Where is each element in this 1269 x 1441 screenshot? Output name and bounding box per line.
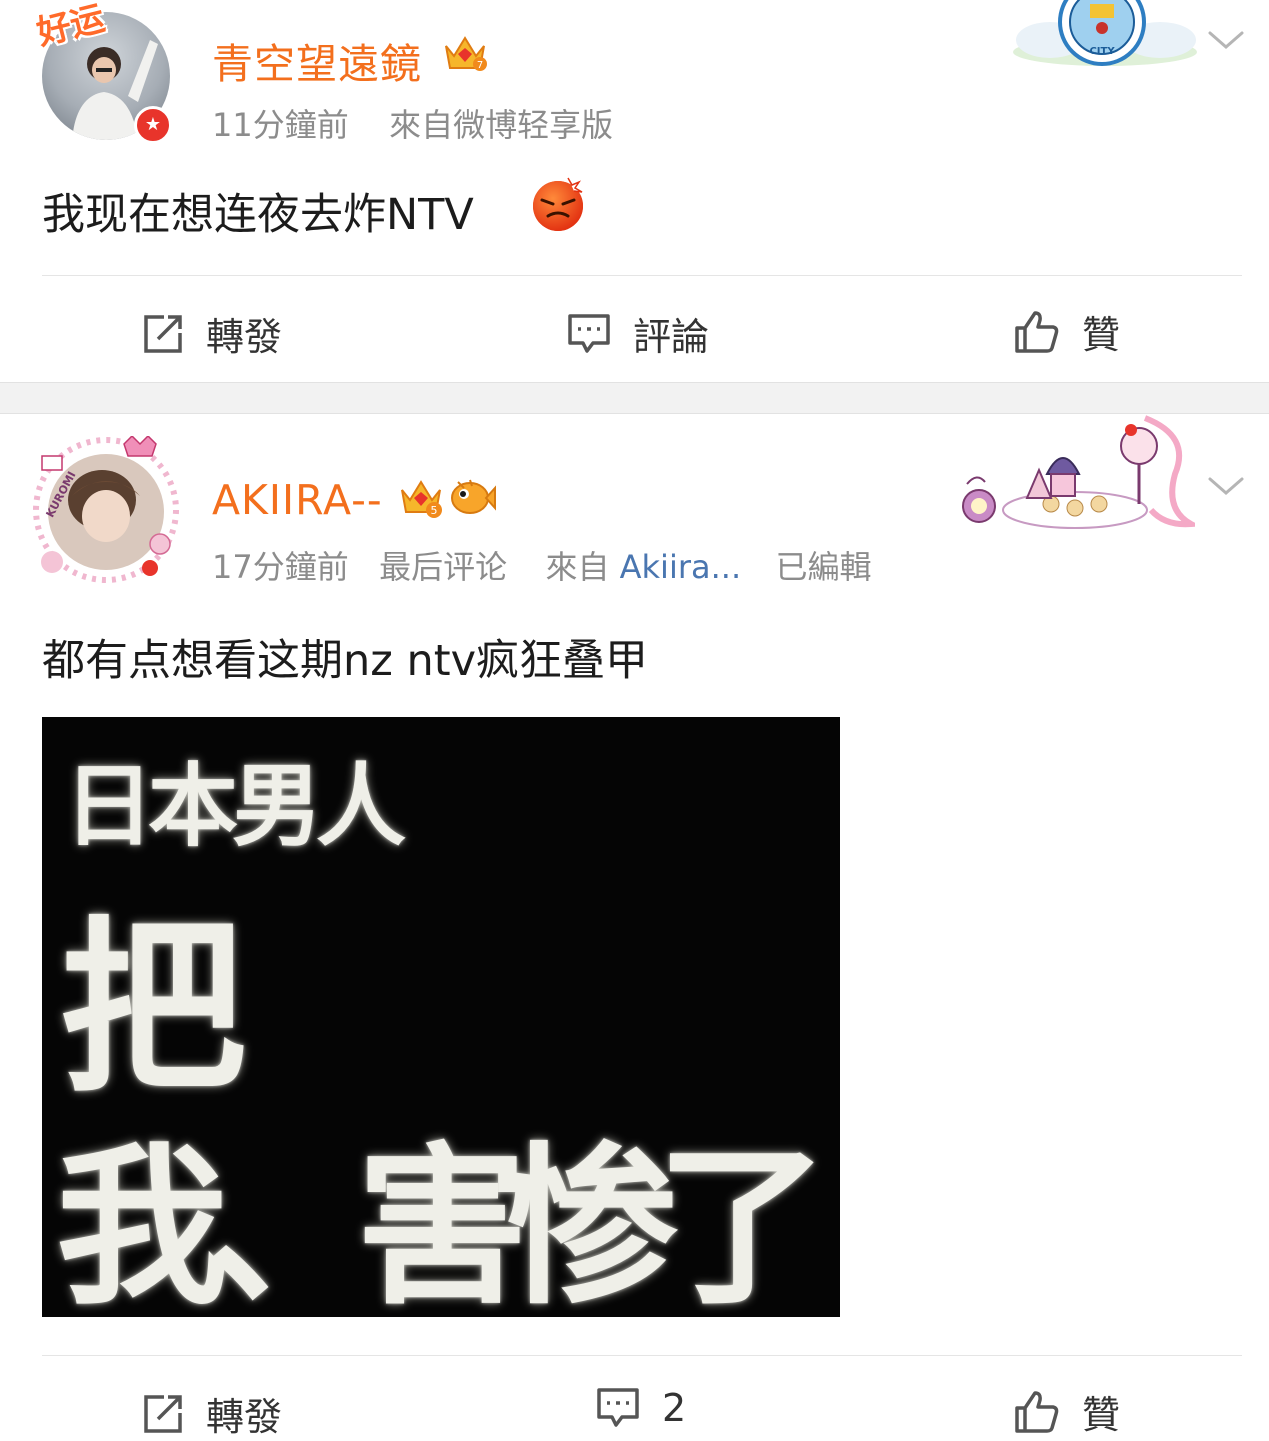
repost-icon bbox=[144, 314, 182, 353]
image-text-line-1: 日本男人 bbox=[64, 753, 406, 859]
username[interactable]: 青空望遠鏡 bbox=[212, 30, 422, 90]
repost-label: 轉發 bbox=[206, 1395, 283, 1439]
post-image[interactable]: 日本男人 把 我、害惨了 bbox=[42, 717, 840, 1317]
post-meta: 17分鐘前 最后评论 來自 Akiira... 已編輯 bbox=[212, 542, 871, 588]
comment-button[interactable]: 評論 bbox=[567, 306, 709, 361]
divider bbox=[42, 1355, 1242, 1356]
comment-icon bbox=[568, 313, 610, 353]
vip-crown-icon: 7 bbox=[442, 32, 488, 78]
comment-button[interactable]: 2 bbox=[596, 1386, 686, 1430]
post-text: 我现在想连夜去炸NTV bbox=[42, 180, 474, 242]
like-button[interactable]: 贊 bbox=[1014, 1384, 1120, 1439]
like-button[interactable]: 贊 bbox=[1014, 304, 1120, 359]
post-time: 11分鐘前 bbox=[212, 106, 349, 144]
repost-button[interactable]: 轉發 bbox=[142, 1386, 282, 1441]
decoration-text: CITY bbox=[1089, 46, 1115, 57]
post-source-link[interactable]: Akiira... bbox=[620, 548, 741, 586]
image-text-line-3: 我、害惨了 bbox=[56, 1125, 828, 1317]
post-card-1: 好运 ★ 青空望遠鏡 7 11分鐘前 來自微博轻享版 CITY 我现在想连夜去炸… bbox=[0, 0, 1269, 382]
divider bbox=[42, 275, 1242, 276]
feed-separator bbox=[0, 382, 1269, 414]
repost-icon bbox=[144, 1394, 182, 1433]
angry-face-icon bbox=[530, 176, 586, 236]
like-label: 贊 bbox=[1082, 313, 1121, 357]
post-card-2: KUROMI AKIIRA-- 5 17分鐘前 最后评论 來自 Akiira..… bbox=[0, 414, 1269, 1441]
repost-button[interactable]: 轉發 bbox=[142, 306, 282, 361]
post-source: 來自微博轻享版 bbox=[389, 106, 614, 144]
edited-label: 已編輯 bbox=[775, 548, 872, 586]
comment-icon bbox=[597, 1388, 639, 1427]
card-decoration-dessert bbox=[955, 414, 1202, 532]
avatar[interactable]: KUROMI bbox=[32, 434, 180, 584]
post-text-content: 都有点想看这期nz ntv疯狂叠甲 bbox=[42, 636, 649, 686]
username-text[interactable]: 青空望遠鏡 bbox=[212, 40, 422, 88]
comment-count: 2 bbox=[662, 1386, 687, 1430]
thumbs-up-icon bbox=[1015, 310, 1059, 353]
username[interactable]: AKIIRA-- bbox=[212, 476, 383, 524]
svg-text:7: 7 bbox=[477, 60, 483, 71]
chevron-down-icon[interactable] bbox=[1206, 474, 1246, 504]
vip-crown-icon: 5 bbox=[398, 476, 444, 524]
post-time: 17分鐘前 bbox=[212, 548, 349, 586]
verified-badge-icon: ★ bbox=[134, 106, 172, 144]
comment-label: 評論 bbox=[633, 315, 710, 359]
avatar[interactable]: 好运 ★ bbox=[33, 0, 172, 144]
repost-label: 轉發 bbox=[206, 315, 283, 359]
fish-badge-icon bbox=[448, 476, 496, 524]
thumbs-up-icon bbox=[1015, 1390, 1059, 1433]
chevron-down-icon[interactable] bbox=[1206, 28, 1246, 58]
post-meta: 11分鐘前 來自微博轻享版 bbox=[212, 100, 613, 146]
post-text-content: 我现在想连夜去炸NTV bbox=[42, 190, 474, 240]
post-text: 都有点想看这期nz ntv疯狂叠甲 bbox=[42, 626, 648, 688]
svg-text:5: 5 bbox=[431, 504, 438, 517]
last-comment-label: 最后评论 bbox=[379, 548, 508, 586]
post-source-prefix: 來自 bbox=[545, 548, 610, 586]
username-text[interactable]: AKIIRA-- bbox=[212, 476, 383, 524]
like-label: 贊 bbox=[1082, 1393, 1121, 1437]
card-decoration-city-badge: CITY bbox=[1010, 0, 1200, 72]
